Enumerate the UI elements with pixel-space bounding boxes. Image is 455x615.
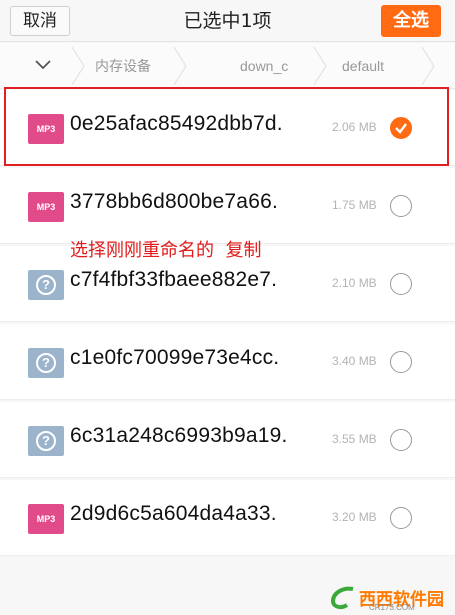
checkbox[interactable]	[390, 429, 412, 451]
mp3-file-icon: MP3	[28, 192, 64, 222]
file-row[interactable]: MP3 3778bb6d800be7a66. 1.75 MB	[0, 168, 455, 244]
checkmark-icon	[395, 123, 407, 134]
file-row[interactable]: MP3 0e25afac85492dbb7d. 2.06 MB	[0, 90, 455, 166]
checkbox[interactable]	[390, 507, 412, 529]
file-size: 1.75 MB	[332, 198, 377, 212]
cancel-button[interactable]: 取消	[10, 6, 70, 36]
watermark-swoosh-icon	[330, 586, 354, 610]
watermark-logo: 西西软件园 CR173.COM	[329, 583, 449, 613]
file-name: 2d9d6c5a604da4a33.	[70, 502, 277, 525]
file-name: c7f4fbf33fbaee882e7.	[70, 268, 278, 291]
file-size: 3.40 MB	[332, 354, 377, 368]
file-row[interactable]: MP3 2d9d6c5a604da4a33. 3.20 MB	[0, 480, 455, 556]
mp3-file-icon: MP3	[28, 114, 64, 144]
breadcrumb-separator-icon	[421, 47, 435, 85]
file-row[interactable]: ? 6c31a248c6993b9a19. 3.55 MB	[0, 402, 455, 478]
file-name: 3778bb6d800be7a66.	[70, 190, 278, 213]
watermark-subtext: CR173.COM	[369, 603, 415, 612]
breadcrumb-separator-icon	[71, 47, 85, 85]
checkbox-checked[interactable]	[390, 117, 412, 139]
annotation-text: 选择刚刚重命名的 复制	[70, 240, 262, 261]
unknown-file-icon: ?	[28, 270, 64, 300]
file-size: 3.55 MB	[332, 432, 377, 446]
breadcrumb: 内存设备 down_c default	[0, 43, 455, 89]
unknown-file-icon: ?	[28, 348, 64, 378]
checkbox[interactable]	[390, 195, 412, 217]
breadcrumb-item[interactable]: 内存设备	[95, 43, 151, 89]
breadcrumb-item[interactable]: default	[342, 43, 384, 89]
file-name: 0e25afac85492dbb7d.	[70, 112, 283, 135]
file-row[interactable]: ? c1e0fc70099e73e4cc. 3.40 MB	[0, 324, 455, 400]
file-size: 2.10 MB	[332, 276, 377, 290]
select-all-button[interactable]: 全选	[381, 5, 441, 37]
breadcrumb-separator-icon	[173, 47, 187, 85]
breadcrumb-separator-icon	[313, 47, 327, 85]
file-size: 2.06 MB	[332, 120, 377, 134]
checkbox[interactable]	[390, 351, 412, 373]
file-size: 3.20 MB	[332, 510, 377, 524]
mp3-file-icon: MP3	[28, 504, 64, 534]
breadcrumb-item[interactable]: down_c	[240, 43, 288, 89]
file-name: 6c31a248c6993b9a19.	[70, 424, 288, 447]
chevron-down-icon[interactable]	[34, 58, 52, 72]
file-name: c1e0fc70099e73e4cc.	[70, 346, 280, 369]
top-bar: 已选中1项 取消 全选	[0, 0, 455, 42]
unknown-file-icon: ?	[28, 426, 64, 456]
checkbox[interactable]	[390, 273, 412, 295]
